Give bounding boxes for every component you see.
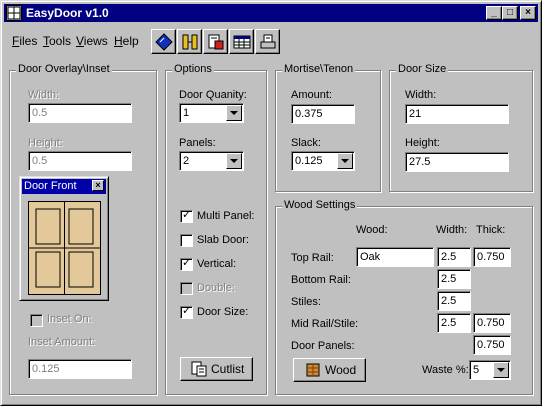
door-panels-drawing [29, 202, 100, 294]
chevron-down-icon[interactable] [226, 153, 242, 169]
menu-views[interactable]: Views [76, 34, 108, 48]
top-rail-thick-field[interactable]: 0.750 [473, 247, 511, 267]
multi-panel-checkbox[interactable]: ✓ [180, 209, 193, 223]
ruler-icon [155, 33, 173, 51]
top-rail-width-field[interactable]: 2.5 [437, 247, 471, 267]
door-panels-thick-field[interactable]: 0.750 [473, 335, 511, 355]
overlay-width-label: Width: [28, 89, 60, 101]
slack-select[interactable]: 0.125 [291, 151, 355, 171]
waste-label: Waste %: [422, 364, 469, 376]
slab-door-checkbox[interactable] [180, 234, 193, 247]
options-title: Options [172, 63, 214, 75]
double-checkbox[interactable] [180, 282, 193, 295]
menu-files[interactable]: Files [12, 34, 37, 48]
double-label: Double: [197, 282, 235, 294]
door-height-label: Height: [405, 137, 440, 149]
title-bar[interactable]: EasyDoor v1.0 _ □ × [4, 4, 538, 22]
print-icon [260, 34, 276, 49]
door-size-check-label: Door Size: [197, 306, 249, 318]
door-width-field[interactable]: 21 [405, 104, 509, 124]
door-size-group: Door Size Width: 21 Height: 27.5 [389, 63, 533, 192]
close-button[interactable]: × [520, 6, 536, 20]
door-front-title: Door Front [24, 180, 77, 192]
window-title: EasyDoor v1.0 [26, 6, 109, 20]
bottom-rail-width-field[interactable]: 2.5 [437, 269, 471, 289]
overlay-width-field[interactable]: 0.5 [28, 103, 132, 123]
multi-panel-label: Multi Panel: [197, 210, 255, 222]
options-group: Options Door Quanity: 1 Panels: 2 ✓ Mult… [165, 63, 267, 395]
stiles-width-field[interactable]: 2.5 [437, 291, 471, 311]
mid-rail-label: Mid Rail/Stile: [291, 318, 359, 330]
menu-tools[interactable]: Tools [43, 34, 71, 48]
cutlist-icon [191, 361, 207, 377]
top-rail-label: Top Rail: [291, 252, 334, 264]
inset-amount-field[interactable]: 0.125 [28, 359, 132, 379]
export-icon [208, 34, 224, 50]
wood-icon [306, 363, 320, 377]
maximize-button[interactable]: □ [502, 6, 518, 20]
table-icon [233, 35, 251, 49]
slack-label: Slack: [291, 137, 321, 149]
menu-bar: Files Tools Views Help [4, 24, 538, 60]
cutlist-button[interactable]: Cutlist [180, 357, 253, 381]
door-panels-icon [182, 34, 198, 50]
door-quantity-label: Door Quanity: [179, 89, 247, 101]
door-size-checkbox[interactable]: ✓ [180, 305, 193, 319]
inset-on-label: Inset On: [47, 313, 92, 325]
check-icon: ✓ [182, 305, 192, 317]
tool-ruler-button[interactable] [151, 29, 176, 54]
vertical-label: Vertical: [197, 258, 237, 270]
inset-on-checkbox[interactable] [30, 314, 43, 327]
door-size-title: Door Size [396, 63, 449, 75]
top-rail-wood-field[interactable]: Oak [356, 247, 434, 267]
door-front-preview [28, 201, 101, 295]
wood-settings-title: Wood Settings [282, 199, 358, 211]
bottom-rail-label: Bottom Rail: [291, 274, 351, 286]
tool-table-button[interactable] [229, 29, 254, 54]
cutlist-label: Cutlist [211, 362, 245, 376]
door-front-close-button[interactable]: × [92, 180, 104, 191]
door-front-window[interactable]: Door Front × [19, 176, 109, 301]
panels-select[interactable]: 2 [179, 151, 244, 171]
inset-amount-label: Inset Amount: [28, 336, 96, 348]
tool-export-button[interactable] [203, 29, 228, 54]
wood-column-header: Wood: [356, 224, 388, 236]
tool-print-button[interactable] [255, 29, 280, 54]
wood-settings-group: Wood Settings Wood: Width: Thick: Top Ra… [275, 199, 533, 395]
overlay-height-field[interactable]: 0.5 [28, 151, 132, 171]
panels-label: Panels: [179, 137, 216, 149]
menu-help[interactable]: Help [114, 34, 139, 48]
vertical-checkbox[interactable]: ✓ [180, 257, 193, 271]
door-front-title-bar[interactable]: Door Front × [22, 179, 106, 194]
stiles-label: Stiles: [291, 296, 321, 308]
door-height-field[interactable]: 27.5 [405, 152, 509, 172]
mortise-tenon-group: Mortise\Tenon Amount: 0.375 Slack: 0.125 [275, 63, 381, 192]
minimize-button[interactable]: _ [486, 6, 502, 20]
tool-door-button[interactable] [177, 29, 202, 54]
door-panels-label: Door Panels: [291, 340, 355, 352]
chevron-down-icon[interactable] [493, 362, 509, 378]
mid-rail-thick-field[interactable]: 0.750 [473, 313, 511, 333]
mid-rail-width-field[interactable]: 2.5 [437, 313, 471, 333]
wood-button[interactable]: Wood [293, 358, 366, 382]
door-quantity-select[interactable]: 1 [179, 103, 244, 123]
check-icon: ✓ [182, 257, 192, 269]
chevron-down-icon[interactable] [337, 153, 353, 169]
mortise-tenon-title: Mortise\Tenon [282, 63, 356, 75]
app-window: EasyDoor v1.0 _ □ × Files Tools Views He… [0, 0, 542, 406]
overlay-height-label: Height: [28, 137, 63, 149]
thick-column-header: Thick: [476, 224, 506, 236]
door-overlay-title: Door Overlay\Inset [16, 63, 112, 75]
door-width-label: Width: [405, 89, 437, 101]
amount-label: Amount: [291, 89, 332, 101]
chevron-down-icon[interactable] [226, 105, 242, 121]
check-icon: ✓ [182, 209, 192, 221]
amount-field[interactable]: 0.375 [291, 104, 355, 124]
slab-door-label: Slab Door: [197, 234, 249, 246]
waste-select[interactable]: 5 [469, 360, 511, 380]
app-icon[interactable] [6, 5, 22, 21]
wood-button-label: Wood [325, 363, 357, 377]
width-column-header: Width: [436, 224, 468, 236]
